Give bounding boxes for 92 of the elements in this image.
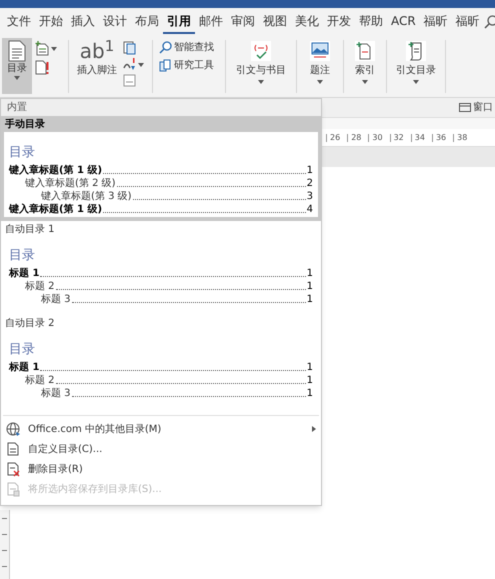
ribbon-command[interactable]: 智能查找 xyxy=(159,40,219,55)
add-text-icon xyxy=(35,41,49,56)
toc-entry-text: 标题 2 xyxy=(25,281,55,292)
toc-entry-text: 标题 1 xyxy=(9,362,40,373)
caret-icon xyxy=(14,76,20,80)
vertical-ruler xyxy=(0,510,10,579)
window-button[interactable]: 窗口 xyxy=(473,100,493,115)
page-number: 1 xyxy=(306,362,313,373)
ribbon-button[interactable]: 题注 xyxy=(297,36,343,94)
update-table-icon xyxy=(35,60,49,75)
ruler-number: 30 xyxy=(368,134,386,142)
books-icon xyxy=(159,59,172,72)
ribbon-tab[interactable]: 引用 xyxy=(163,10,195,34)
page-number: 2 xyxy=(306,178,313,189)
ribbon-tab[interactable]: 帮助 xyxy=(355,10,387,34)
ribbon-tab[interactable]: 审阅 xyxy=(227,10,259,34)
ruler-number: 34 xyxy=(410,134,428,142)
toc-entry-text: 键入章标题(第 1 级) xyxy=(9,204,102,215)
show-notes-icon xyxy=(123,74,136,87)
ribbon-tab[interactable]: 邮件 xyxy=(195,10,227,34)
scroll-page-icon xyxy=(405,40,427,62)
ruler-number: 28 xyxy=(347,134,364,142)
ribbon-tab[interactable]: 美化 xyxy=(291,10,323,34)
toc-gallery-item[interactable]: 自动目录 2 目录 标题 1 1 标题 2 1 标题 3 1 xyxy=(1,315,321,409)
caret-icon xyxy=(258,80,264,84)
citation-check-icon xyxy=(250,40,272,62)
menu-item[interactable]: 删除目录(R) xyxy=(1,459,321,479)
ribbon-tab[interactable]: 福昕 xyxy=(452,10,484,34)
caret-icon xyxy=(317,80,323,84)
next-footnote-icon xyxy=(123,58,136,71)
search-icon xyxy=(159,41,172,54)
delete-document-icon xyxy=(6,462,20,476)
caret-icon xyxy=(138,62,144,66)
ribbon-tab[interactable]: 设计 xyxy=(99,10,131,34)
ribbon-tab[interactable]: 视图 xyxy=(259,10,291,34)
menu-item[interactable]: 自定义目录(C)... xyxy=(1,439,321,459)
ribbon-tab[interactable]: 开发 xyxy=(323,10,355,34)
page-number: 1 xyxy=(306,268,313,279)
menu-section-header: 内置 xyxy=(1,99,321,116)
toc-heading: 目录 xyxy=(9,341,36,358)
index-page-icon xyxy=(354,40,376,62)
page-number: 3 xyxy=(306,191,313,202)
caret-icon xyxy=(51,46,57,50)
toc-heading: 目录 xyxy=(9,144,36,161)
toc-entry-text: 键入章标题(第 1 级) xyxy=(9,165,102,176)
ruler-number: 26 xyxy=(326,134,344,142)
search-icon xyxy=(484,15,495,29)
page-number: 1 xyxy=(306,375,313,386)
document-icon xyxy=(6,442,20,456)
footnote-glyph-icon: ab$^{1}$ xyxy=(80,40,114,62)
toc-heading: 目录 xyxy=(9,247,36,264)
submenu-arrow-icon xyxy=(312,426,316,432)
toc-button[interactable]: 目录 xyxy=(2,38,32,94)
ribbon-tab[interactable]: 文件 xyxy=(3,10,35,34)
window-icon xyxy=(459,103,471,112)
ribbon-tab[interactable]: 布局 xyxy=(131,10,163,34)
ribbon-tab[interactable]: 插入 xyxy=(67,10,99,34)
document-list-icon xyxy=(8,40,26,62)
ribbon-tab[interactable]: 开始 xyxy=(35,10,67,34)
image-caption-icon xyxy=(309,40,331,62)
toc-entry-text: 标题 3 xyxy=(41,388,71,399)
page-number: 1 xyxy=(306,294,313,305)
toc-entry-text: 标题 1 xyxy=(9,268,40,279)
save-document-icon xyxy=(6,482,20,496)
toc-entry-text: 标题 2 xyxy=(25,375,55,386)
toc-entry-text: 键入章标题(第 3 级) xyxy=(41,191,132,202)
toc-entry-text: 键入章标题(第 2 级) xyxy=(25,178,116,189)
ribbon-tab[interactable]: 福昕 xyxy=(420,10,452,34)
ribbon-button[interactable]: 索引 xyxy=(344,36,386,94)
gallery-item-title: 自动目录 1 xyxy=(4,222,56,236)
page-number: 1 xyxy=(306,281,313,292)
page-number: 1 xyxy=(306,388,313,399)
ruler-number: 36 xyxy=(432,134,450,142)
globe-icon xyxy=(6,422,20,436)
menu-item[interactable]: Office.com 中的其他目录(M) xyxy=(1,419,321,439)
ruler-number: 32 xyxy=(390,134,407,142)
insert-footnote-button[interactable]: ab$^{1}$ 插入脚注 xyxy=(77,38,117,94)
endnote-icon xyxy=(123,41,136,55)
toc-gallery-item[interactable]: 手动目录 目录 键入章标题(第 1 级) 1 键入章标题(第 2 级) 2 键入章标题(第 3 级) 3 键入章标题(第 1 级) 4 xyxy=(1,116,321,221)
ribbon-tab[interactable]: ACR xyxy=(387,10,420,34)
gallery-item-title: 手动目录 xyxy=(4,118,46,132)
page-number: 4 xyxy=(306,204,313,215)
caret-icon xyxy=(362,80,368,84)
ribbon-button[interactable]: 引文与书目 xyxy=(226,36,296,94)
toc-entry-text: 标题 3 xyxy=(41,294,71,305)
toc-gallery-item[interactable]: 自动目录 1 目录 标题 1 1 标题 2 1 标题 3 1 xyxy=(1,221,321,315)
ruler-number: 38 xyxy=(453,134,470,142)
caret-icon xyxy=(413,80,419,84)
page-number: 1 xyxy=(306,165,313,176)
ribbon-button[interactable]: 引文目录 xyxy=(387,36,445,94)
gallery-item-title: 自动目录 2 xyxy=(4,316,56,330)
ribbon-command[interactable]: 研究工具 xyxy=(159,58,219,73)
